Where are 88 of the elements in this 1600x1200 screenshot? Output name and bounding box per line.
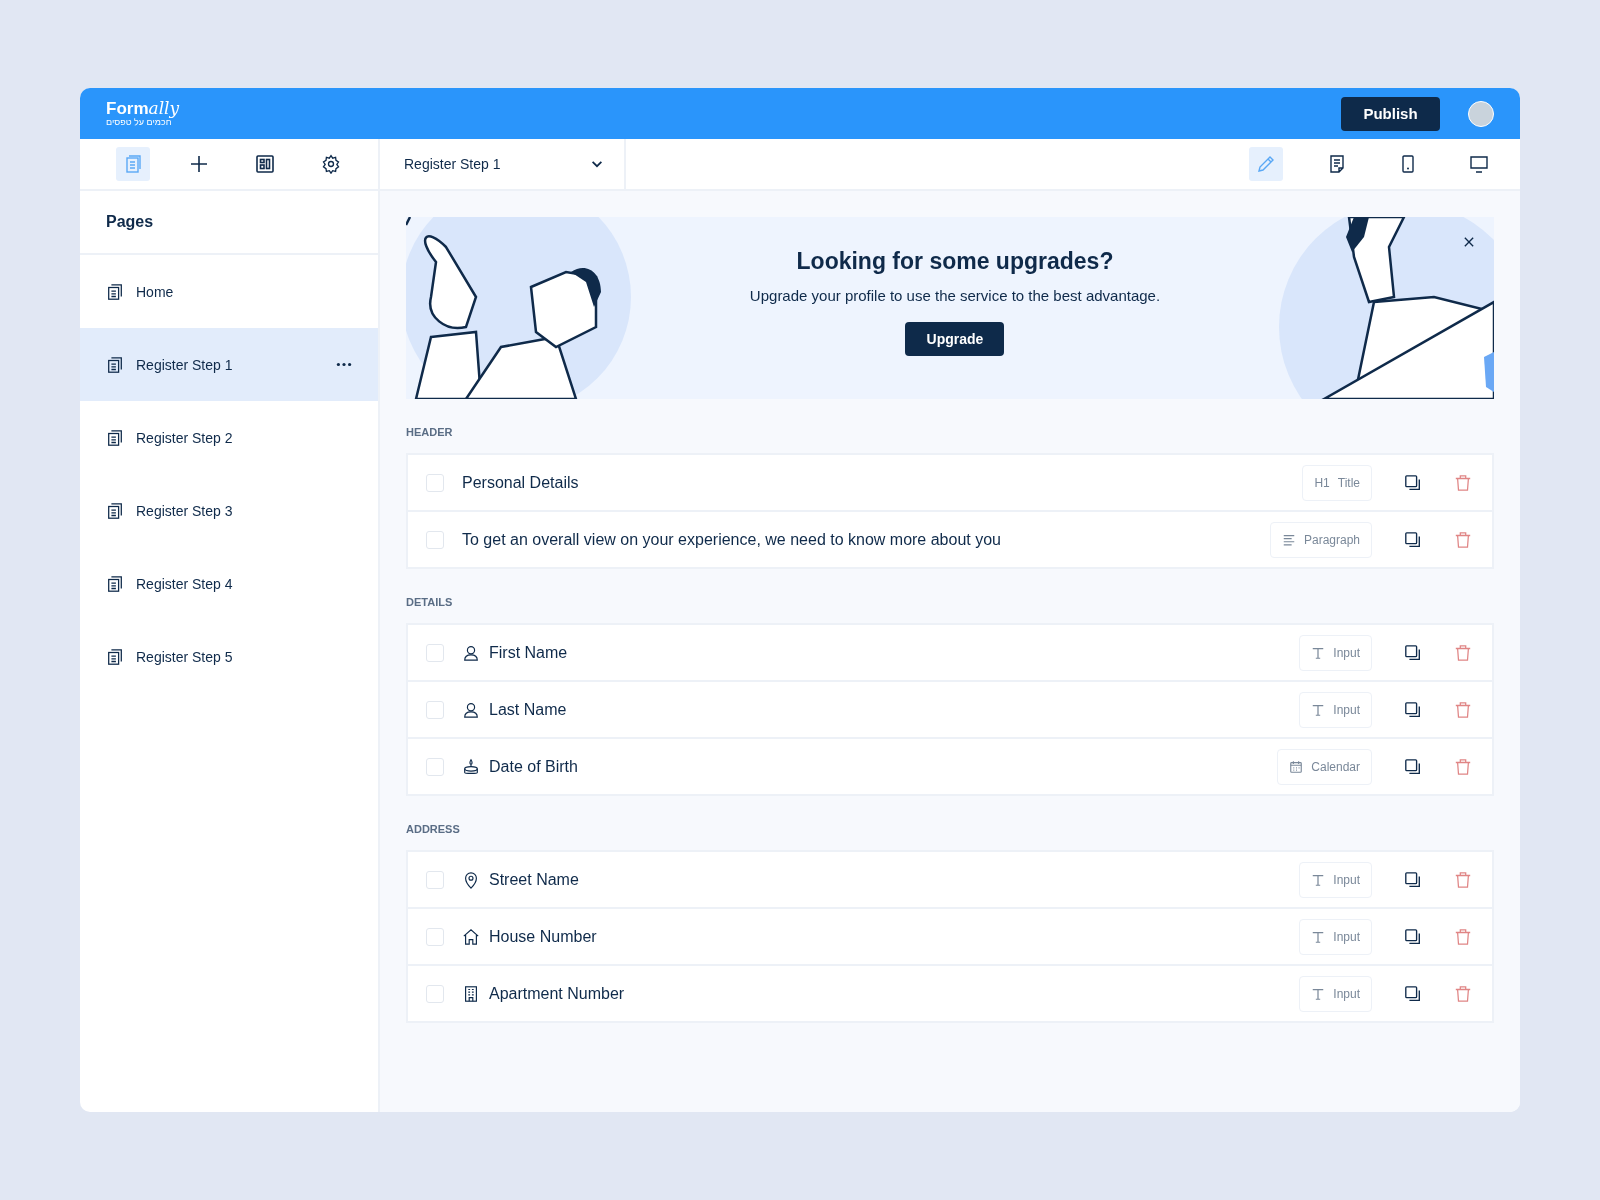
duplicate-icon[interactable]: [1404, 927, 1422, 946]
duplicate-icon[interactable]: [1404, 643, 1422, 662]
duplicate-icon[interactable]: [1404, 870, 1422, 889]
field-type-chip[interactable]: Input: [1299, 861, 1372, 898]
checkbox[interactable]: [426, 700, 444, 719]
document-icon: [106, 355, 124, 374]
pencil-icon: [1256, 154, 1276, 174]
field-label: Personal Details: [462, 473, 580, 492]
section-heading: ADDRESS: [406, 823, 461, 835]
layout-icon: [255, 154, 275, 174]
banner-title: Looking for some upgrades?: [796, 248, 1114, 275]
person-icon: [462, 700, 480, 719]
page-item[interactable]: Register Step 5: [80, 620, 378, 693]
field-label: Apartment Number: [489, 984, 626, 1003]
upgrade-button[interactable]: Upgrade: [905, 322, 1005, 356]
field-label: To get an overall view on your experience, we need to know more about you: [462, 530, 1002, 549]
text-icon: [1311, 702, 1326, 717]
field-type-chip[interactable]: H1 Title: [1302, 464, 1372, 501]
calendar-icon: [1289, 759, 1304, 774]
field-label: Last Name: [489, 700, 568, 719]
field-type-chip[interactable]: Input: [1299, 918, 1372, 955]
delete-icon[interactable]: [1454, 984, 1472, 1003]
delete-icon[interactable]: [1454, 530, 1472, 549]
document-icon: [106, 501, 124, 520]
checkbox[interactable]: [426, 473, 444, 492]
field-label: Street Name: [489, 870, 580, 889]
delete-icon[interactable]: [1454, 643, 1472, 662]
field-label: House Number: [489, 927, 598, 946]
location-pin-icon: [462, 870, 480, 889]
delete-icon[interactable]: [1454, 700, 1472, 719]
house-icon: [462, 927, 480, 946]
pages-tool-button[interactable]: [116, 147, 150, 181]
duplicate-icon[interactable]: [1404, 473, 1422, 492]
text-icon: [1311, 645, 1326, 660]
page-item[interactable]: Register Step 3: [80, 474, 378, 547]
delete-icon[interactable]: [1454, 927, 1472, 946]
person-icon: [462, 643, 480, 662]
close-icon: [1464, 237, 1474, 247]
document-icon: [123, 154, 143, 174]
field-type-chip[interactable]: Calendar: [1277, 748, 1372, 785]
checkbox[interactable]: [426, 984, 444, 1003]
checkbox[interactable]: [426, 757, 444, 776]
field-type-chip[interactable]: Input: [1299, 634, 1372, 671]
publish-button[interactable]: Publish: [1341, 96, 1440, 131]
text-icon: [1311, 986, 1326, 1001]
duplicate-icon[interactable]: [1404, 530, 1422, 549]
field-type-chip[interactable]: Input: [1299, 691, 1372, 728]
checkbox[interactable]: [426, 870, 444, 889]
checkbox[interactable]: [426, 643, 444, 662]
field-label: Date of Birth: [489, 757, 579, 776]
field-type-chip[interactable]: Paragraph: [1269, 521, 1372, 558]
settings-icon: [321, 154, 341, 174]
page-item[interactable]: Home: [80, 255, 378, 328]
checkbox[interactable]: [426, 530, 444, 549]
banner-text: Upgrade your profile to use the service to the best advantage.: [749, 287, 1161, 304]
document-icon: [106, 574, 124, 593]
duplicate-icon[interactable]: [1404, 700, 1422, 719]
text-icon: [1311, 872, 1326, 887]
more-icon[interactable]: [336, 362, 352, 367]
section-heading: HEADER: [406, 426, 454, 438]
page-item[interactable]: Register Step 2: [80, 401, 378, 474]
duplicate-icon[interactable]: [1404, 984, 1422, 1003]
delete-icon[interactable]: [1454, 757, 1472, 776]
cake-icon: [462, 757, 480, 776]
paragraph-icon: [1281, 532, 1296, 547]
delete-icon[interactable]: [1454, 870, 1472, 889]
logo: Formally: [106, 100, 180, 117]
plus-icon: [189, 154, 209, 174]
checkbox[interactable]: [426, 927, 444, 946]
edit-view-button[interactable]: [1249, 147, 1283, 181]
field-type-chip[interactable]: Input: [1299, 975, 1372, 1012]
sidebar-title: Pages: [80, 191, 378, 255]
monitor-icon: [1469, 154, 1489, 174]
logo-tagline: חכמים על טפסים: [106, 118, 172, 127]
duplicate-icon[interactable]: [1404, 757, 1422, 776]
document-icon: [106, 428, 124, 447]
avatar[interactable]: [1468, 100, 1494, 127]
page-item[interactable]: Register Step 1: [80, 328, 378, 401]
page-select-dropdown[interactable]: Register Step 1: [380, 139, 626, 189]
page-item[interactable]: Register Step 4: [80, 547, 378, 620]
delete-icon[interactable]: [1454, 473, 1472, 492]
building-icon: [462, 984, 480, 1003]
text-icon: [1311, 929, 1326, 944]
section-heading: DETAILS: [406, 596, 454, 608]
document-icon: [1327, 154, 1347, 174]
document-icon: [106, 282, 124, 301]
field-label: First Name: [489, 643, 569, 662]
document-icon: [106, 647, 124, 666]
